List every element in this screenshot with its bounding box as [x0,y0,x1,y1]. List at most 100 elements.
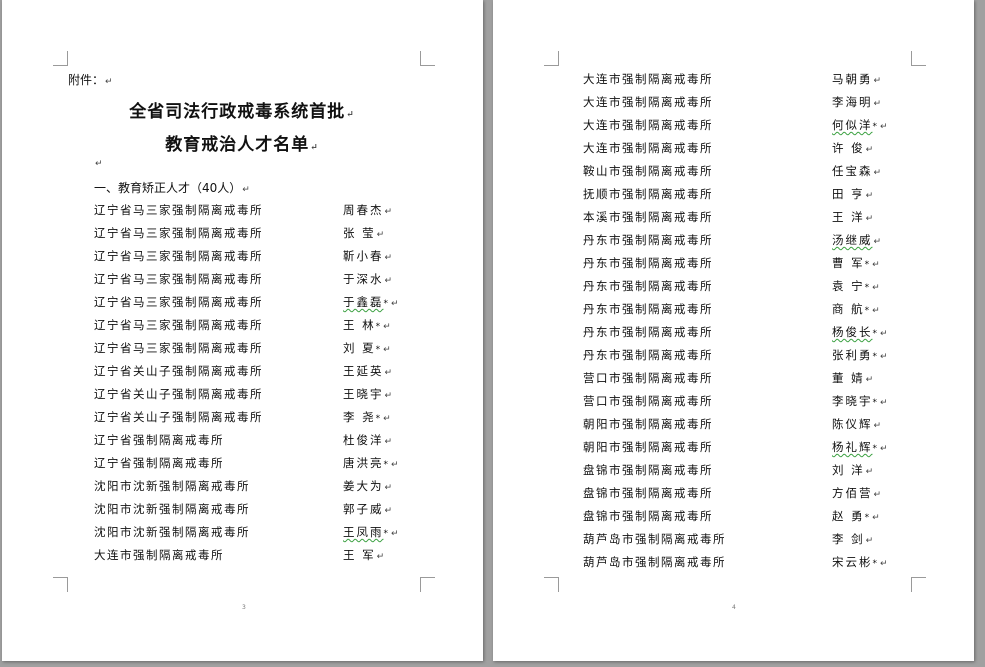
list-item: 大连市强制隔离戒毒所 李海明↵ [493,94,974,112]
person-name-cell: 许 俊↵ [832,140,875,156]
paragraph-mark: ↵ [873,237,884,247]
paragraph-mark: ↵ [376,230,387,240]
list-item: 大连市强制隔离戒毒所 王 军↵ [2,547,483,565]
crop-mark-top-left [544,51,559,66]
asterisk-mark: * [383,529,390,539]
person-name-cell: 陈仪辉↵ [832,416,883,432]
person-name-cell: 王 林*↵ [343,317,393,333]
paragraph-mark: ↵ [872,283,882,293]
list-item: 朝阳市强制隔离戒毒所 陈仪辉↵ [493,416,974,434]
person-name: 王 军 [343,548,376,562]
unit-name: 丹东市强制隔离戒毒所 [583,302,713,316]
paragraph-mark: ↵ [376,552,387,562]
person-name: 王 林 [343,318,376,332]
asterisk-mark: * [872,352,879,362]
unit-name: 丹东市强制隔离戒毒所 [583,233,713,247]
list-item: 葫芦岛市强制隔离戒毒所 李 剑↵ [493,531,974,549]
unit-name: 朝阳市强制隔离戒毒所 [583,417,713,431]
paragraph-mark: ↵ [391,529,401,539]
list-item: 鞍山市强制隔离戒毒所 任宝森↵ [493,163,974,181]
unit-name: 盘锦市强制隔离戒毒所 [583,486,713,500]
person-name: 周春杰 [343,203,384,217]
person-name: 靳小春 [343,249,384,263]
empty-paragraph: ↵ [95,159,103,169]
unit-name: 大连市强制隔离戒毒所 [583,118,713,132]
person-name: 王延英 [343,364,384,378]
paragraph-mark: ↵ [384,483,395,493]
paragraph-mark: ↵ [872,513,882,523]
person-name: 杜俊洋 [343,433,384,447]
person-name: 杨俊长 [832,325,873,339]
unit-name: 沈阳市沈新强制隔离戒毒所 [94,525,250,539]
unit-name: 辽宁省强制隔离戒毒所 [94,433,224,447]
person-name: 李 剑 [832,532,865,546]
asterisk-mark: * [375,414,383,424]
paragraph-mark: ↵ [873,99,884,109]
list-item: 丹东市强制隔离戒毒所 袁 宁*↵ [493,278,974,296]
paragraph-mark: ↵ [880,559,890,569]
person-name-cell: 姜大为↵ [343,478,394,494]
person-name: 王晓宇 [343,387,384,401]
list-item: 辽宁省马三家强制隔离戒毒所 刘 夏*↵ [2,340,483,358]
list-item: 抚顺市强制隔离戒毒所 田 亨↵ [493,186,974,204]
paragraph-mark: ↵ [873,421,884,431]
unit-name: 营口市强制隔离戒毒所 [583,371,713,385]
unit-name: 丹东市强制隔离戒毒所 [583,256,713,270]
person-name-cell: 曹 军*↵ [832,255,882,271]
list-item: 大连市强制隔离戒毒所 马朝勇↵ [493,71,974,89]
paragraph-mark: ↵ [872,306,882,316]
crop-mark-bottom-left [53,577,68,592]
unit-name: 辽宁省马三家强制隔离戒毒所 [94,318,263,332]
crop-mark-top-left [53,51,68,66]
document-title-line-1: 全省司法行政戒毒系统首批↵ [129,102,355,122]
asterisk-mark: * [872,122,879,132]
paragraph-mark: ↵ [873,490,884,500]
unit-name: 辽宁省马三家强制隔离戒毒所 [94,272,263,286]
unit-name: 辽宁省马三家强制隔离戒毒所 [94,295,263,309]
asterisk-mark: * [864,260,872,270]
unit-name: 大连市强制隔离戒毒所 [583,72,713,86]
person-name: 唐洪亮 [343,456,384,470]
person-name: 于鑫磊 [343,295,384,309]
asterisk-mark: * [864,306,872,316]
asterisk-mark: * [375,345,383,355]
person-name-cell: 何似洋*↵ [832,117,890,133]
person-name-cell: 袁 宁*↵ [832,278,882,294]
paragraph-mark: ↵ [880,352,890,362]
person-name: 王 洋 [832,210,865,224]
person-name: 袁 宁 [832,279,865,293]
person-name-cell: 张 莹↵ [343,225,386,241]
list-item: 沈阳市沈新强制隔离戒毒所 王凤雨*↵ [2,524,483,542]
person-name-cell: 王凤雨*↵ [343,524,401,540]
person-name-cell: 刘 夏*↵ [343,340,393,356]
person-name: 宋云彬 [832,555,873,569]
paragraph-mark: ↵ [865,145,876,155]
list-item: 大连市强制隔离戒毒所 许 俊↵ [493,140,974,158]
document-page-3: 附件：↵ 全省司法行政戒毒系统首批↵ 教育戒治人才名单↵ ↵ 一、教育矫正人才（… [2,0,483,661]
list-item: 丹东市强制隔离戒毒所 曹 军*↵ [493,255,974,273]
person-name-cell: 李 尧*↵ [343,409,393,425]
paragraph-mark: ↵ [384,368,395,378]
unit-name: 辽宁省强制隔离戒毒所 [94,456,224,470]
list-item: 辽宁省马三家强制隔离戒毒所 靳小春↵ [2,248,483,266]
person-name: 李晓宇 [832,394,873,408]
person-name-cell: 郭子威↵ [343,501,394,517]
asterisk-mark: * [383,299,390,309]
list-item: 丹东市强制隔离戒毒所 杨俊长*↵ [493,324,974,342]
unit-name: 大连市强制隔离戒毒所 [583,141,713,155]
asterisk-mark: * [872,329,879,339]
person-name: 何似洋 [832,118,873,132]
crop-mark-top-right [420,51,435,66]
list-item: 沈阳市沈新强制隔离戒毒所 郭子威↵ [2,501,483,519]
person-name: 商 航 [832,302,865,316]
person-name-cell: 赵 勇*↵ [832,508,882,524]
person-name: 马朝勇 [832,72,873,86]
person-name-cell: 张利勇*↵ [832,347,890,363]
unit-name: 辽宁省马三家强制隔离戒毒所 [94,341,263,355]
person-name-cell: 杨俊长*↵ [832,324,890,340]
unit-name: 辽宁省关山子强制隔离戒毒所 [94,410,263,424]
unit-name: 辽宁省马三家强制隔离戒毒所 [94,226,263,240]
unit-name: 辽宁省马三家强制隔离戒毒所 [94,203,263,217]
section-heading: 一、教育矫正人才（40人）↵ [94,181,250,195]
paragraph-mark: ↵ [865,467,876,477]
